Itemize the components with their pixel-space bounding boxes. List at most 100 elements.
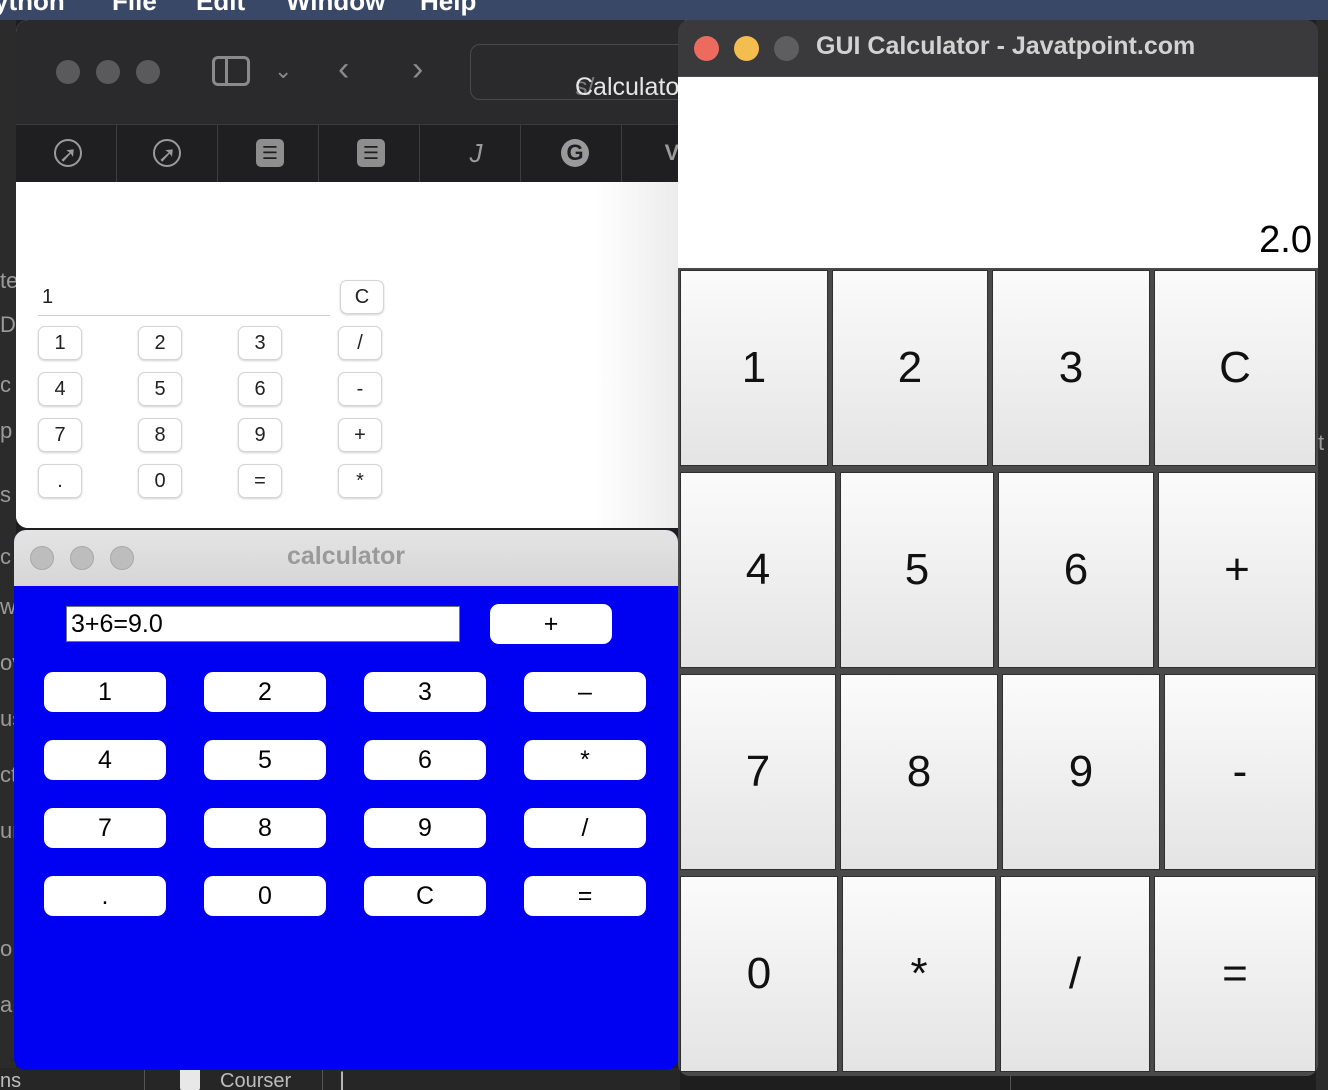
web-calc-button-2[interactable]: 2 <box>138 326 182 360</box>
address-bar[interactable]: s/Calculator/ <box>470 44 696 101</box>
bg-text-fragment: t <box>1318 430 1325 455</box>
web-calculator: 1 C 1 2 3 / 4 5 6 - 7 8 9 + . 0 = * <box>16 182 696 528</box>
tk-calc-button-clear[interactable]: C <box>364 876 486 916</box>
java-calc-button-divide[interactable]: / <box>1000 876 1150 1072</box>
web-calc-clear-button[interactable]: C <box>340 280 384 314</box>
list-icon: ☰ <box>256 139 284 167</box>
divider <box>144 1070 145 1090</box>
menubar-help[interactable]: Help <box>420 0 476 17</box>
java-titlebar: GUI Calculator - Javatpoint.com <box>678 20 1318 76</box>
bookmarks-bar: ➚ ➚ ☰ ☰ J G V <box>16 124 696 183</box>
tk-calculator-window: calculator 3+6=9.0 + 1 2 3 – 4 5 6 * 7 8… <box>14 530 678 1070</box>
tk-calc-button-9[interactable]: 9 <box>364 808 486 848</box>
java-calc-button-0[interactable]: 0 <box>680 876 838 1072</box>
java-calc-button-4[interactable]: 4 <box>680 472 836 668</box>
tk-calc-button-equals[interactable]: = <box>524 876 646 916</box>
bookmark-j[interactable]: J <box>420 125 521 183</box>
java-calc-button-6[interactable]: 6 <box>998 472 1154 668</box>
web-calc-button-6[interactable]: 6 <box>238 372 282 406</box>
tk-calc-button-minus[interactable]: – <box>524 672 646 712</box>
bookmark-list[interactable]: ☰ <box>218 125 319 183</box>
tk-calc-display[interactable]: 3+6=9.0 <box>66 606 460 642</box>
java-calc-display[interactable]: 2.0 <box>678 77 1318 268</box>
java-calc-button-1[interactable]: 1 <box>680 270 828 466</box>
web-calc-button-equals[interactable]: = <box>238 464 282 498</box>
menubar-window[interactable]: Window <box>286 0 385 17</box>
web-calc-button-7[interactable]: 7 <box>38 418 82 452</box>
bookmark-google[interactable]: G <box>521 125 622 183</box>
java-calc-button-7[interactable]: 7 <box>680 674 836 870</box>
java-calc-button-5[interactable]: 5 <box>840 472 994 668</box>
close-window-button[interactable] <box>56 60 80 84</box>
java-calc-button-clear[interactable]: C <box>1154 270 1316 466</box>
terminal-line: | x$wait_classes_global_by_latency <box>336 1068 349 1090</box>
web-calc-button-0[interactable]: 0 <box>138 464 182 498</box>
menubar-file[interactable]: File <box>112 0 157 17</box>
java-calc-button-8[interactable]: 8 <box>840 674 998 870</box>
menubar-app-name[interactable]: ython <box>0 0 65 17</box>
chevron-down-icon[interactable]: ⌄ <box>274 60 292 82</box>
web-calc-button-plus[interactable]: + <box>338 418 382 452</box>
tk-calc-button-6[interactable]: 6 <box>364 740 486 780</box>
system-menubar: ython File Edit Window Help <box>0 0 1328 20</box>
bookmark-safari[interactable]: ➚ <box>117 125 218 183</box>
tk-calc-button-decimal[interactable]: . <box>44 876 166 916</box>
back-arrow-icon[interactable]: ‹ <box>338 52 349 86</box>
java-calc-button-multiply[interactable]: * <box>842 876 996 1072</box>
zoom-window-button[interactable] <box>774 36 799 61</box>
safari-icon: ➚ <box>153 139 181 167</box>
close-window-button[interactable] <box>694 36 719 61</box>
minimize-window-button[interactable] <box>96 60 120 84</box>
forward-arrow-icon[interactable]: › <box>412 52 423 86</box>
java-calc-button-9[interactable]: 9 <box>1002 674 1160 870</box>
menubar-edit[interactable]: Edit <box>196 0 245 17</box>
tk-calc-top-plus-button[interactable]: + <box>490 604 612 644</box>
bg-text-fragment: s <box>0 482 11 507</box>
web-calc-button-8[interactable]: 8 <box>138 418 182 452</box>
java-calc-button-2[interactable]: 2 <box>832 270 988 466</box>
tk-calc-button-3[interactable]: 3 <box>364 672 486 712</box>
background-bottom-bar: ns Courser | x$wait_classes_global_by_la… <box>0 1068 680 1090</box>
zoom-window-button[interactable] <box>136 60 160 84</box>
window-title: GUI Calculator - Javatpoint.com <box>816 32 1196 60</box>
web-calc-button-multiply[interactable]: * <box>338 464 382 498</box>
bookmark-safari[interactable]: ➚ <box>16 125 117 183</box>
bg-text-fragment: a <box>0 992 13 1017</box>
tk-calc-button-5[interactable]: 5 <box>204 740 326 780</box>
web-calc-button-5[interactable]: 5 <box>138 372 182 406</box>
web-calc-button-3[interactable]: 3 <box>238 326 282 360</box>
web-calc-button-1[interactable]: 1 <box>38 326 82 360</box>
web-calc-button-9[interactable]: 9 <box>238 418 282 452</box>
tk-calc-button-divide[interactable]: / <box>524 808 646 848</box>
tk-calc-button-8[interactable]: 8 <box>204 808 326 848</box>
web-calc-button-decimal[interactable]: . <box>38 464 82 498</box>
java-calc-button-3[interactable]: 3 <box>992 270 1150 466</box>
tk-calc-button-7[interactable]: 7 <box>44 808 166 848</box>
web-calc-button-divide[interactable]: / <box>338 326 382 360</box>
window-title: calculator <box>286 542 406 570</box>
java-calc-display-value: 2.0 <box>1259 219 1312 261</box>
file-icon <box>180 1068 200 1090</box>
web-calc-button-4[interactable]: 4 <box>38 372 82 406</box>
google-icon: G <box>561 139 589 167</box>
sidebar-toggle-icon[interactable] <box>212 56 250 86</box>
tk-calc-button-1[interactable]: 1 <box>44 672 166 712</box>
minimize-window-button[interactable] <box>734 36 759 61</box>
java-calc-keypad: 1 2 3 C 4 5 6 + 7 8 9 - 0 * / = <box>678 268 1318 1076</box>
java-calc-button-equals[interactable]: = <box>1154 876 1316 1072</box>
tk-calc-button-4[interactable]: 4 <box>44 740 166 780</box>
tk-calc-button-2[interactable]: 2 <box>204 672 326 712</box>
bookmark-list[interactable]: ☰ <box>319 125 420 183</box>
web-calc-display[interactable]: 1 <box>38 278 330 316</box>
tk-calc-button-multiply[interactable]: * <box>524 740 646 780</box>
bg-text-fragment: c <box>0 372 11 397</box>
tk-titlebar: calculator <box>14 530 678 586</box>
java-calculator-window: GUI Calculator - Javatpoint.com 2.0 1 2 … <box>678 20 1318 1076</box>
list-icon: ☰ <box>357 139 385 167</box>
bottom-tab-label[interactable]: Courser <box>220 1070 291 1090</box>
web-calc-button-minus[interactable]: - <box>338 372 382 406</box>
tk-calc-button-0[interactable]: 0 <box>204 876 326 916</box>
j-icon: J <box>469 138 483 168</box>
java-calc-button-plus[interactable]: + <box>1158 472 1316 668</box>
java-calc-button-minus[interactable]: - <box>1164 674 1316 870</box>
